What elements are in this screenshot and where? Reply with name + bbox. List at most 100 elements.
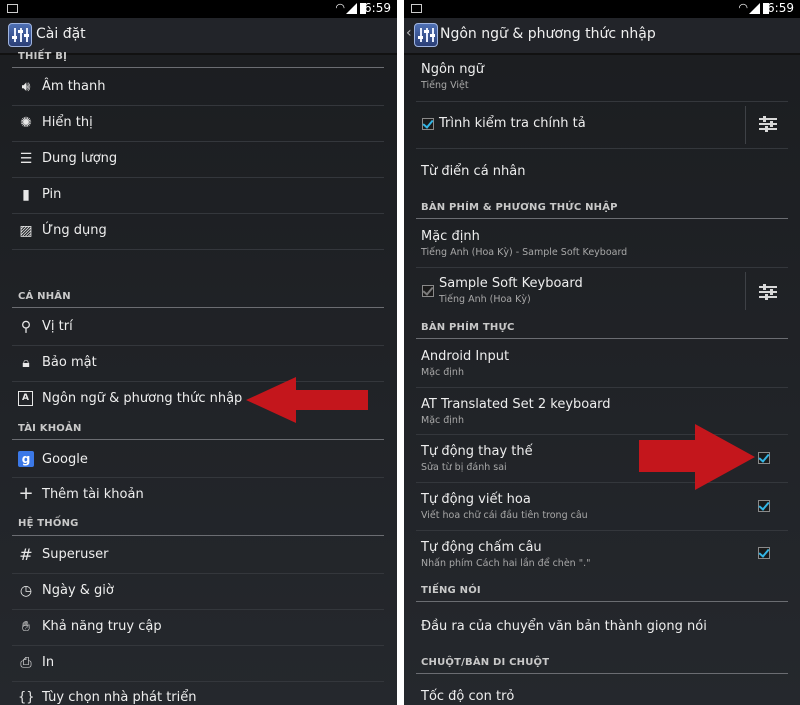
settings-item-storage[interactable]: ☰ Dung lượng xyxy=(0,142,397,176)
settings-item-add-account[interactable]: + Thêm tài khoản xyxy=(0,478,397,512)
auto-punctuate-checkbox[interactable] xyxy=(758,546,770,559)
default-keyboard-setting[interactable]: Mặc định Tiếng Anh (Hoa Kỳ) - Sample Sof… xyxy=(404,222,800,266)
section-header-mouse: CHUỘT/BÀN DI CHUỘT xyxy=(421,657,550,668)
status-bar: ◠ 6:59 xyxy=(0,0,397,18)
setting-title: Tự động chấm câu xyxy=(421,540,542,555)
battery-icon: ▮ xyxy=(22,187,30,203)
braces-icon: {} xyxy=(18,690,35,705)
signal-icon xyxy=(749,3,760,14)
hand-icon: ✋︎ xyxy=(22,619,30,635)
tts-output-setting[interactable]: Đầu ra của chuyển văn bản thành giọng nó… xyxy=(404,604,800,650)
section-divider xyxy=(12,439,384,440)
settings-item-date-time[interactable]: ◷ Ngày & giờ xyxy=(0,574,397,608)
section-header-personal: CÁ NHÂN xyxy=(18,291,71,302)
settings-item-label: Tùy chọn nhà phát triển xyxy=(42,690,197,705)
personal-dictionary-setting[interactable]: Từ điển cá nhân xyxy=(404,149,800,195)
settings-item-superuser[interactable]: # Superuser xyxy=(0,538,397,572)
settings-item-label: Ngày & giờ xyxy=(42,583,114,598)
setting-title: Android Input xyxy=(421,349,510,364)
sample-soft-keyboard-setting[interactable]: Sample Soft Keyboard Tiếng Anh (Hoa Kỳ) xyxy=(404,268,800,314)
wifi-icon: ◠ xyxy=(738,1,748,14)
action-bar: ‹ Ngôn ngữ & phương thức nhập xyxy=(404,18,800,55)
auto-punctuate-setting[interactable]: Tự động chấm câu Nhấn phím Cách hai lần … xyxy=(404,531,800,578)
settings-item-label: Superuser xyxy=(42,547,109,562)
pointer-speed-setting[interactable]: Tốc độ con trỏ xyxy=(404,676,800,705)
location-icon: ⚲ xyxy=(20,319,32,335)
settings-item-display[interactable]: ✺ Hiển thị xyxy=(0,106,397,140)
language-setting[interactable]: Ngôn ngữ Tiếng Việt xyxy=(404,57,800,101)
page-title: Cài đặt xyxy=(36,26,86,42)
settings-item-location[interactable]: ⚲ Vị trí xyxy=(0,310,397,344)
section-header-accounts: TÀI KHOẢN xyxy=(18,423,82,434)
setting-summary: Tiếng Anh (Hoa Kỳ) xyxy=(439,294,531,305)
hash-icon: # xyxy=(19,545,33,564)
settings-tune-icon[interactable] xyxy=(759,284,777,300)
language-input-panel: ◠ 6:59 ‹ Ngôn ngữ & phương thức nhập Ngô… xyxy=(404,0,800,705)
section-divider xyxy=(12,535,384,536)
setting-title: Đầu ra của chuyển văn bản thành giọng nó… xyxy=(421,619,707,634)
apps-icon: ▨ xyxy=(19,223,33,239)
settings-item-battery[interactable]: ▮ Pin xyxy=(0,178,397,212)
settings-item-print[interactable]: ⎙ In xyxy=(0,646,397,680)
status-bar: ◠ 6:59 xyxy=(404,0,800,18)
settings-item-label: Hiển thị xyxy=(42,115,93,130)
vertical-separator xyxy=(745,272,746,310)
android-input-setting[interactable]: Android Input Mặc định xyxy=(404,342,800,387)
section-divider xyxy=(416,218,788,219)
settings-app-icon[interactable] xyxy=(414,23,438,47)
setting-title: Tự động thay thế xyxy=(421,444,533,459)
status-time: 6:59 xyxy=(767,1,794,15)
settings-item-accessibility[interactable]: ✋︎ Khả năng truy cập xyxy=(0,610,397,644)
settings-item-security[interactable]: 🔒︎ Bảo mật xyxy=(0,346,397,380)
setting-summary: Tiếng Anh (Hoa Kỳ) - Sample Soft Keyboar… xyxy=(421,247,628,258)
setting-title: Từ điển cá nhân xyxy=(421,164,526,179)
sample-keyboard-checkbox[interactable] xyxy=(422,284,434,297)
setting-title: Sample Soft Keyboard xyxy=(439,276,583,291)
setting-title: AT Translated Set 2 keyboard xyxy=(421,397,611,412)
clock-icon: ◷ xyxy=(19,583,33,599)
volume-icon: 🔊︎ xyxy=(21,79,31,95)
back-chevron-icon[interactable]: ‹ xyxy=(406,25,412,41)
vertical-separator xyxy=(745,106,746,144)
setting-title: Mặc định xyxy=(421,229,480,244)
settings-item-developer-options[interactable]: {} Tùy chọn nhà phát triển xyxy=(0,682,397,705)
settings-item-apps[interactable]: ▨ Ứng dụng xyxy=(0,214,397,248)
setting-title: Ngôn ngữ xyxy=(421,62,485,77)
settings-panel: ◠ 6:59 Cài đặt THIẾT BỊ 🔊︎ Âm thanh ✺ Hi… xyxy=(0,0,397,705)
auto-caps-setting[interactable]: Tự động viết hoa Viết hoa chữ cái đầu ti… xyxy=(404,483,800,530)
action-bar: Cài đặt xyxy=(0,18,397,55)
settings-item-label: Dung lượng xyxy=(42,151,118,166)
divider xyxy=(12,249,384,250)
section-header-keyboard: BÀN PHÍM & PHƯƠNG THỨC NHẬP xyxy=(421,202,618,213)
section-divider xyxy=(416,673,788,674)
settings-item-label: Google xyxy=(42,452,88,467)
settings-item-label: Âm thanh xyxy=(42,79,106,94)
auto-replace-checkbox[interactable] xyxy=(758,451,770,464)
image-notification-icon xyxy=(411,4,422,13)
settings-item-sound[interactable]: 🔊︎ Âm thanh xyxy=(0,70,397,104)
plus-icon: + xyxy=(18,483,34,504)
settings-item-label: Khả năng truy cập xyxy=(42,619,162,634)
section-header-speech: TIẾNG NÓI xyxy=(421,585,481,596)
section-divider xyxy=(12,307,384,308)
settings-item-google[interactable]: g Google xyxy=(0,442,397,476)
image-notification-icon xyxy=(7,4,18,13)
language-icon: A xyxy=(18,391,33,406)
settings-item-label: Thêm tài khoản xyxy=(42,487,144,502)
spell-checker-setting[interactable]: Trình kiểm tra chính tả xyxy=(404,102,800,147)
section-divider xyxy=(416,338,788,339)
settings-item-label: In xyxy=(42,655,55,670)
setting-summary: Mặc định xyxy=(421,415,464,426)
setting-summary: Sửa từ bị đánh sai xyxy=(421,462,507,473)
google-icon: g xyxy=(18,451,34,467)
settings-tune-icon[interactable] xyxy=(759,116,777,132)
setting-title: Trình kiểm tra chính tả xyxy=(439,116,586,131)
auto-caps-checkbox[interactable] xyxy=(758,499,770,512)
spell-checker-checkbox[interactable] xyxy=(422,117,434,130)
settings-app-icon[interactable] xyxy=(8,23,32,47)
settings-item-label: Pin xyxy=(42,187,62,202)
brightness-icon: ✺ xyxy=(20,115,32,131)
section-divider xyxy=(416,601,788,602)
status-time: 6:59 xyxy=(364,1,391,15)
red-arrow-left-annotation xyxy=(246,377,368,423)
